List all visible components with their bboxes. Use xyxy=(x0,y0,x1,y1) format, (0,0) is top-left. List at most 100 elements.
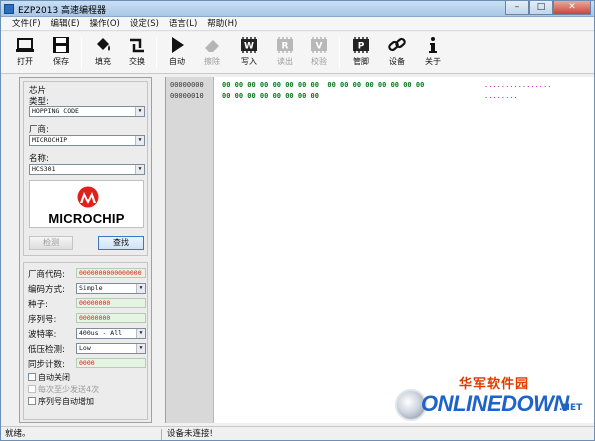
play-icon xyxy=(172,37,184,53)
erase-label: 擦除 xyxy=(204,57,220,66)
chip-pin-icon: P xyxy=(353,37,369,53)
chip-write-icon: W xyxy=(241,37,257,53)
auto-increment-checkbox[interactable]: 序列号自动增加 xyxy=(28,396,94,407)
write-label: 写入 xyxy=(241,57,257,66)
app-window: EZP2013 高速编程器 – □ ✕ 文件(F) 编辑(E) 操作(O) 设定… xyxy=(0,0,595,441)
verify-label: 校验 xyxy=(311,57,327,66)
toolbar-separator xyxy=(81,37,82,69)
read-button[interactable]: R 读出 xyxy=(269,35,301,71)
search-button[interactable]: 查找 xyxy=(98,236,144,250)
device-button[interactable]: 设备 xyxy=(381,35,413,71)
auto-close-label: 自动关闭 xyxy=(38,373,70,382)
save-button[interactable]: 保存 xyxy=(45,35,77,71)
link-icon xyxy=(388,37,406,52)
eraser-icon xyxy=(205,40,219,52)
vendor-label: 厂商: xyxy=(29,125,49,135)
baud-select[interactable]: 400us - All ▼ xyxy=(76,328,146,339)
name-select[interactable]: HCS301 ▼ xyxy=(29,164,145,175)
encoding-select[interactable]: Simple ▼ xyxy=(76,283,146,294)
checkbox-box xyxy=(28,373,36,381)
window-controls: – □ ✕ xyxy=(505,1,591,15)
chevron-down-icon: ▼ xyxy=(136,344,145,353)
serial-input[interactable]: 00000000 xyxy=(76,313,146,323)
vendor-value: MICROCHIP xyxy=(32,136,68,144)
sync-label: 同步计数: xyxy=(28,360,65,370)
pin-label: 管脚 xyxy=(353,57,369,66)
read-chip-glyph: R xyxy=(282,42,289,52)
vendor-code-label: 厂商代码: xyxy=(28,270,65,280)
read-label: 读出 xyxy=(277,57,293,66)
chip-panel: 芯片 类型: HOPPING CODE ▼ 厂商: MICROCHIP ▼ 名称… xyxy=(19,77,152,423)
status-bar: 就绪。 设备未连接! xyxy=(1,426,594,440)
hex-address: 00000010 xyxy=(170,92,204,100)
baud-label: 波特率: xyxy=(28,330,57,340)
status-ready: 就绪。 xyxy=(5,429,31,439)
hex-ascii[interactable]: ........ xyxy=(484,92,518,100)
window-title: EZP2013 高速编程器 xyxy=(18,6,107,16)
about-label: 关于 xyxy=(425,57,441,66)
type-select[interactable]: HOPPING CODE ▼ xyxy=(29,106,145,117)
close-button[interactable]: ✕ xyxy=(553,1,591,15)
menu-language[interactable]: 语言(L) xyxy=(164,17,202,30)
menu-bar: 文件(F) 编辑(E) 操作(O) 设定(S) 语言(L) 帮助(H) xyxy=(1,17,594,31)
minimize-button[interactable]: – xyxy=(505,1,529,15)
chip-verify-icon: V xyxy=(311,37,327,53)
chip-parameters: 厂商代码: 0000000000000000 编码方式: Simple ▼ 种子… xyxy=(23,262,148,420)
vendor-logo-text: MICROCHIP xyxy=(48,211,125,226)
status-device: 设备未连接! xyxy=(167,429,213,439)
vendor-logo: MICROCHIP xyxy=(29,180,144,228)
toolbar-separator xyxy=(339,37,340,69)
auto-increment-label: 序列号自动增加 xyxy=(38,397,94,406)
app-icon xyxy=(4,4,14,14)
lowvolt-select[interactable]: Low ▼ xyxy=(76,343,146,354)
open-button[interactable]: 打开 xyxy=(9,35,41,71)
microchip-logo-icon xyxy=(77,186,99,208)
checkbox-box xyxy=(28,397,36,405)
baud-value: 400us - All xyxy=(79,329,123,337)
swap-icon xyxy=(130,38,144,53)
write-chip-glyph: W xyxy=(244,42,254,52)
menu-edit[interactable]: 编辑(E) xyxy=(46,17,85,30)
save-icon xyxy=(53,37,69,53)
pin-button[interactable]: P 管脚 xyxy=(345,35,377,71)
fill-button[interactable]: 填充 xyxy=(87,35,119,71)
fill-label: 填充 xyxy=(95,57,111,66)
chevron-down-icon: ▼ xyxy=(135,107,144,116)
auto-button[interactable]: 自动 xyxy=(161,35,193,71)
encoding-value: Simple xyxy=(79,284,103,292)
seed-input[interactable]: 00000000 xyxy=(76,298,146,308)
name-value: HCS301 xyxy=(32,165,56,173)
type-value: HOPPING CODE xyxy=(32,107,79,115)
watermark-cn: 华军软件园 xyxy=(459,377,530,392)
swap-button[interactable]: 交换 xyxy=(121,35,153,71)
vendor-select[interactable]: MICROCHIP ▼ xyxy=(29,135,145,146)
device-label: 设备 xyxy=(389,57,405,66)
chip-read-icon: R xyxy=(277,37,293,53)
menu-help[interactable]: 帮助(H) xyxy=(202,17,242,30)
sync-input[interactable]: 0000 xyxy=(76,358,146,368)
address-column xyxy=(166,77,214,423)
auto-close-checkbox[interactable]: 自动关闭 xyxy=(28,372,70,383)
title-bar: EZP2013 高速编程器 – □ ✕ xyxy=(1,1,594,17)
open-label: 打开 xyxy=(17,57,33,66)
lowvolt-value: Low xyxy=(79,344,91,352)
chevron-down-icon: ▼ xyxy=(136,329,145,338)
checkbox-box xyxy=(28,385,36,393)
fill-bucket-icon xyxy=(97,38,110,51)
menu-settings[interactable]: 设定(S) xyxy=(125,17,164,30)
detect-button[interactable]: 检测 xyxy=(29,236,73,250)
hex-bytes[interactable]: 00 00 00 00 00 00 00 00 xyxy=(222,92,319,100)
maximize-button[interactable]: □ xyxy=(529,1,553,15)
menu-operate[interactable]: 操作(O) xyxy=(85,17,125,30)
about-button[interactable]: 关于 xyxy=(417,35,449,71)
menu-file[interactable]: 文件(F) xyxy=(7,17,46,30)
hex-ascii[interactable]: ................ xyxy=(484,81,551,89)
hex-bytes[interactable]: 00 00 00 00 00 00 00 00 00 00 00 00 00 0… xyxy=(222,81,424,89)
verify-button[interactable]: V 校验 xyxy=(303,35,335,71)
write-button[interactable]: W 写入 xyxy=(233,35,265,71)
send-min4-label: 每次至少发送4次 xyxy=(38,385,100,394)
erase-button[interactable]: 擦除 xyxy=(196,35,228,71)
hex-editor[interactable]: 00000000 00 00 00 00 00 00 00 00 00 00 0… xyxy=(165,77,594,423)
vendor-code-input[interactable]: 0000000000000000 xyxy=(76,268,146,278)
send-min4-checkbox[interactable]: 每次至少发送4次 xyxy=(28,384,99,395)
